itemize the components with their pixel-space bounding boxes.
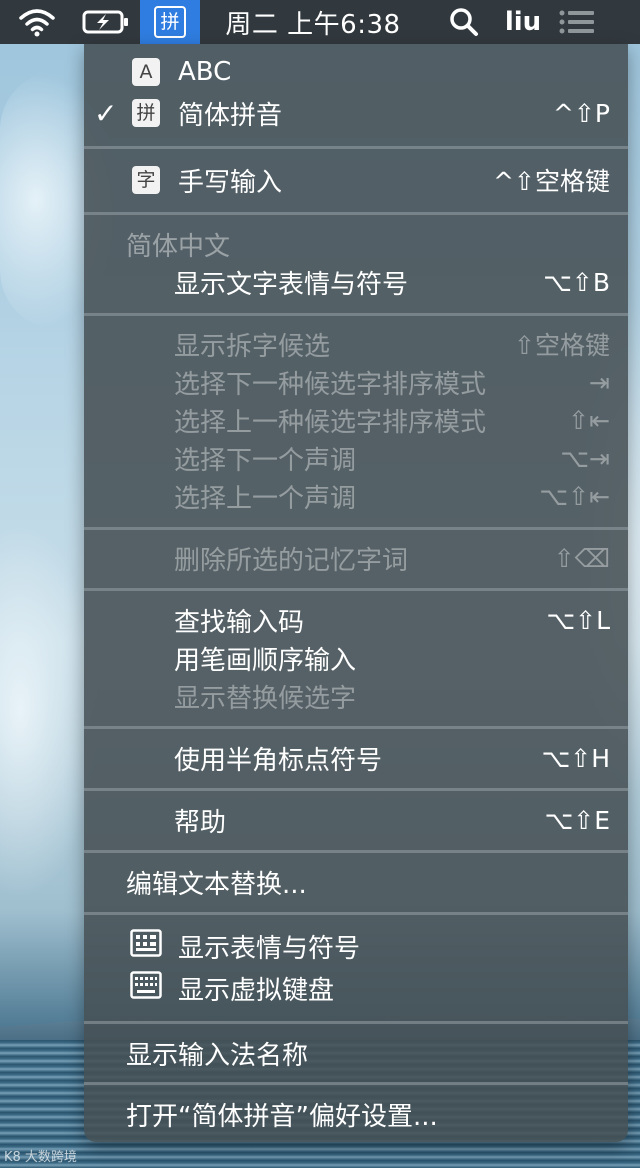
- menu-item-shortcut: ⇥: [589, 367, 610, 397]
- menu-item-next-sort-mode: 选择下一种候选字排序模式 ⇥: [84, 363, 628, 401]
- notification-center-icon[interactable]: [554, 0, 600, 44]
- menu-item-label: 选择下一种候选字排序模式: [174, 369, 487, 400]
- menu-item-halfwidth-punctuation[interactable]: 使用半角标点符号 ⌥⇧H: [84, 739, 628, 777]
- handwriting-input-icon: 字: [132, 166, 160, 194]
- menu-item-shortcut: ⇧⌫: [553, 543, 610, 573]
- keyboard-icon: [130, 970, 162, 1006]
- menu-item-stroke-order-input[interactable]: 用笔画顺序输入: [84, 639, 628, 677]
- menu-separator: [84, 527, 628, 530]
- menu-item-show-virtual-keyboard[interactable]: 显示虚拟键盘: [84, 969, 628, 1007]
- menu-item-label: 用笔画顺序输入: [174, 645, 357, 676]
- menu-separator: [84, 313, 628, 316]
- section-header-row: 简体中文: [84, 225, 628, 263]
- clock-text: 周二 上午6:38: [225, 9, 401, 40]
- menu-item-show-replacement-candidates: 显示替换候选字: [84, 677, 628, 715]
- menu-item-shortcut: ⌥⇧H: [541, 743, 610, 773]
- pinyin-input-icon: 拼: [132, 99, 160, 127]
- clock[interactable]: 周二 上午6:38: [218, 0, 408, 44]
- menu-item-prev-tone: 选择上一个声调 ⌥⇧⇤: [84, 477, 628, 515]
- menu-separator: [84, 726, 628, 729]
- menu-separator: [84, 850, 628, 853]
- spotlight-search-icon[interactable]: [444, 0, 484, 44]
- menu-item-edit-text-replacements[interactable]: 编辑文本替换...: [84, 863, 628, 901]
- menu-item-label: 简体拼音: [178, 100, 283, 131]
- pinyin-input-icon: 拼: [154, 6, 186, 38]
- menu-separator: [84, 788, 628, 791]
- menu-item-shortcut: ⌥⇧B: [543, 267, 610, 297]
- checkmark-icon: ✓: [94, 96, 118, 130]
- menu-item-label: 显示虚拟键盘: [178, 975, 335, 1006]
- menu-item-shortcut: ^⇧P: [553, 98, 610, 128]
- menu-item-label: 选择上一个声调: [174, 483, 357, 514]
- menu-separator: [84, 1082, 628, 1085]
- menu-item-label: 手写输入: [178, 167, 283, 198]
- menu-separator: [84, 912, 628, 915]
- menu-item-shortcut: ⌥⇧E: [544, 805, 610, 835]
- menu-item-label: 选择上一种候选字排序模式: [174, 407, 487, 438]
- menu-item-shortcut: ⌥⇧⇤: [539, 481, 610, 511]
- menu-separator: [84, 146, 628, 149]
- menu-item-label: 打开“简体拼音”偏好设置...: [126, 1101, 438, 1132]
- menu-item-shortcut: ⇧空格键: [514, 331, 610, 360]
- menu-item-show-emoticons[interactable]: 显示文字表情与符号 ⌥⇧B: [84, 263, 628, 301]
- menu-bar: 拼 周二 上午6:38 liu: [0, 0, 640, 44]
- menu-item-label: 编辑文本替换...: [126, 869, 307, 900]
- menu-item-label: 显示替换候选字: [174, 683, 357, 714]
- menu-item-label: 显示输入法名称: [126, 1040, 309, 1071]
- menu-item-help[interactable]: 帮助 ⌥⇧E: [84, 801, 628, 839]
- abc-input-icon: A: [132, 58, 160, 86]
- menu-item-shortcut: ⌥⇧L: [546, 605, 610, 635]
- battery-charging-icon[interactable]: [80, 0, 132, 44]
- menu-item-simplified-pinyin[interactable]: ✓ 拼 简体拼音 ^⇧P: [84, 94, 628, 132]
- input-method-menu[interactable]: 拼: [140, 0, 200, 44]
- user-name: liu: [504, 7, 542, 37]
- menu-item-shortcut: ⇧⇤: [568, 405, 610, 435]
- emoji-symbols-icon: [130, 928, 162, 964]
- menu-item-delete-memory-words: 删除所选的记忆字词 ⇧⌫: [84, 539, 628, 577]
- menu-separator: [84, 212, 628, 215]
- menu-item-abc[interactable]: A ABC: [84, 53, 628, 91]
- menu-separator: [84, 1021, 628, 1024]
- menu-item-handwriting[interactable]: 字 手写输入 ^⇧空格键: [84, 161, 628, 199]
- menu-item-open-preferences[interactable]: 打开“简体拼音”偏好设置...: [84, 1095, 628, 1133]
- menu-item-next-tone: 选择下一个声调 ⌥⇥: [84, 439, 628, 477]
- menu-item-label: 选择下一个声调: [174, 445, 357, 476]
- input-method-dropdown: A ABC ✓ 拼 简体拼音 ^⇧P 字 手写输入 ^⇧空格键 简体中文 显示文…: [84, 44, 628, 1142]
- menu-item-label: 显示拆字候选: [174, 331, 331, 362]
- menu-separator: [84, 588, 628, 591]
- menu-item-label: 显示文字表情与符号: [174, 269, 409, 300]
- menu-item-label: 显示表情与符号: [178, 933, 361, 964]
- menu-item-label: ABC: [178, 57, 232, 87]
- menu-item-label: 帮助: [174, 807, 227, 838]
- user-menu[interactable]: liu: [500, 0, 546, 44]
- section-header: 简体中文: [126, 231, 231, 262]
- menu-item-prev-sort-mode: 选择上一种候选字排序模式 ⇧⇤: [84, 401, 628, 439]
- menu-item-shortcut: ⌥⇥: [560, 443, 610, 473]
- wifi-icon[interactable]: [12, 0, 62, 44]
- menu-item-label: 删除所选的记忆字词: [174, 545, 409, 576]
- watermark: K8 大数跨境: [4, 1150, 77, 1165]
- menu-item-show-emoji-symbols[interactable]: 显示表情与符号: [84, 927, 628, 965]
- menu-item-shortcut: ^⇧空格键: [493, 167, 610, 196]
- menu-item-label: 使用半角标点符号: [174, 745, 383, 776]
- menu-item-label: 查找输入码: [174, 607, 305, 638]
- menu-item-show-split-candidates: 显示拆字候选 ⇧空格键: [84, 325, 628, 363]
- menu-item-show-input-method-name[interactable]: 显示输入法名称: [84, 1034, 628, 1072]
- menu-item-lookup-input-code[interactable]: 查找输入码 ⌥⇧L: [84, 601, 628, 639]
